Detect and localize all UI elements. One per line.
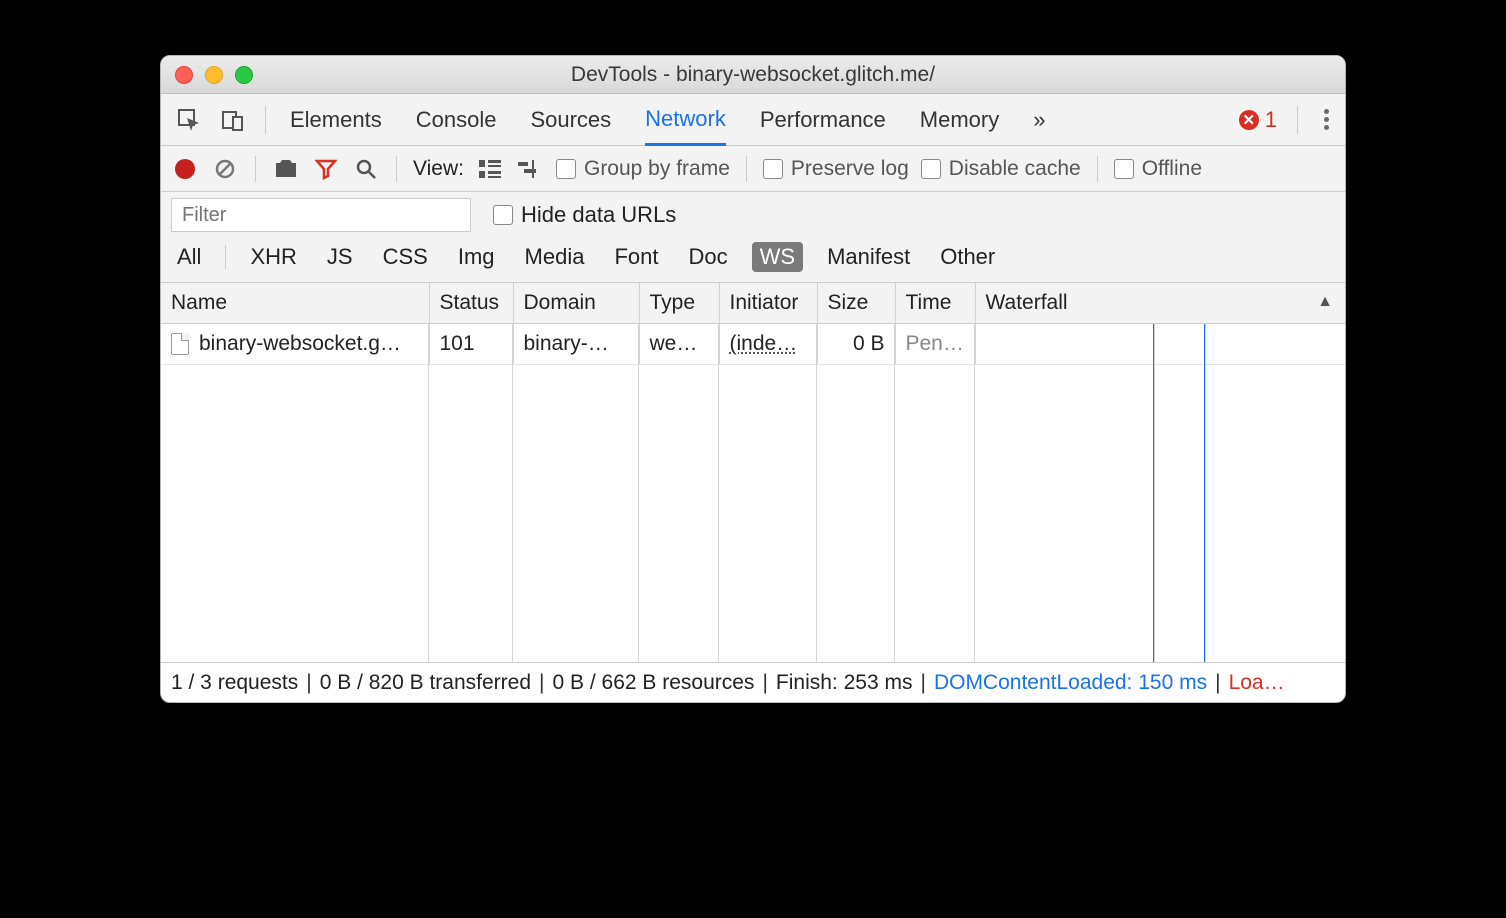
clear-button[interactable]: [211, 158, 239, 180]
col-type[interactable]: Type: [639, 283, 719, 324]
col-time[interactable]: Time: [895, 283, 975, 324]
record-button[interactable]: [171, 159, 199, 179]
view-label: View:: [413, 157, 464, 181]
maximize-window-button[interactable]: [235, 66, 253, 84]
requests-table: Name Status Domain Type Initiator Size T…: [161, 283, 1345, 662]
preserve-log-label: Preserve log: [791, 157, 909, 181]
titlebar: DevTools - binary-websocket.glitch.me/: [161, 56, 1345, 94]
filter-type-chips: All XHR JS CSS Img Media Font Doc WS Man…: [171, 242, 1335, 272]
col-size[interactable]: Size: [817, 283, 895, 324]
status-requests: 1 / 3 requests: [171, 671, 298, 695]
device-toolbar-icon[interactable]: [215, 104, 251, 136]
filter-media[interactable]: Media: [519, 242, 591, 272]
disable-cache-checkbox[interactable]: Disable cache: [921, 157, 1081, 181]
cell-waterfall: [975, 324, 1345, 365]
status-load: Loa…: [1229, 671, 1285, 695]
tab-performance[interactable]: Performance: [760, 94, 886, 145]
status-bar: 1 / 3 requests| 0 B / 820 B transferred|…: [161, 662, 1345, 702]
offline-checkbox[interactable]: Offline: [1114, 157, 1202, 181]
filter-font[interactable]: Font: [608, 242, 664, 272]
col-name[interactable]: Name: [161, 283, 429, 324]
status-resources: 0 B / 662 B resources: [552, 671, 754, 695]
col-status[interactable]: Status: [429, 283, 513, 324]
cell-status: 101: [429, 324, 513, 365]
status-dcl: DOMContentLoaded: 150 ms: [934, 671, 1207, 695]
cell-type: we…: [639, 324, 719, 365]
tab-elements[interactable]: Elements: [290, 94, 382, 145]
cell-name: binary-websocket.g…: [161, 324, 429, 365]
sort-asc-icon: ▲: [1317, 293, 1333, 311]
filter-doc[interactable]: Doc: [682, 242, 733, 272]
table-row[interactable]: binary-websocket.g… 101 binary-… we… (in…: [161, 324, 1345, 365]
filter-ws[interactable]: WS: [752, 242, 803, 272]
cell-initiator: (inde…: [719, 324, 817, 365]
filter-manifest[interactable]: Manifest: [821, 242, 916, 272]
filter-input[interactable]: [171, 198, 471, 232]
filter-bar: Hide data URLs All XHR JS CSS Img Media …: [161, 192, 1345, 283]
error-count: 1: [1265, 107, 1277, 133]
disable-cache-label: Disable cache: [949, 157, 1081, 181]
tab-sources[interactable]: Sources: [530, 94, 611, 145]
capture-screenshots-icon[interactable]: [272, 159, 300, 179]
minimize-window-button[interactable]: [205, 66, 223, 84]
window-title: DevTools - binary-websocket.glitch.me/: [161, 63, 1345, 87]
overview-icon[interactable]: [516, 160, 544, 178]
status-transferred: 0 B / 820 B transferred: [320, 671, 531, 695]
group-by-frame-checkbox[interactable]: Group by frame: [556, 157, 730, 181]
tab-network[interactable]: Network: [645, 95, 726, 146]
devtools-window: DevTools - binary-websocket.glitch.me/ E…: [160, 55, 1346, 703]
panel-tabs: Elements Console Sources Network Perform…: [290, 94, 1231, 145]
filter-js[interactable]: JS: [321, 242, 359, 272]
offline-label: Offline: [1142, 157, 1202, 181]
filter-img[interactable]: Img: [452, 242, 501, 272]
cell-size: 0 B: [817, 324, 895, 365]
filter-toggle-icon[interactable]: [312, 158, 340, 180]
settings-menu-icon[interactable]: [1318, 109, 1335, 130]
network-toolbar: View: Group by frame Preserve log Disabl…: [161, 146, 1345, 192]
filter-css[interactable]: CSS: [377, 242, 434, 272]
search-icon[interactable]: [352, 158, 380, 180]
file-icon: [171, 333, 189, 355]
tab-memory[interactable]: Memory: [920, 94, 999, 145]
hide-data-urls-checkbox[interactable]: Hide data URLs: [493, 202, 676, 228]
window-controls: [161, 66, 253, 84]
hide-data-urls-label: Hide data URLs: [521, 202, 676, 228]
inspect-element-icon[interactable]: [171, 104, 207, 136]
more-tabs-icon[interactable]: »: [1033, 107, 1041, 133]
error-count-badge[interactable]: ✕ 1: [1239, 107, 1277, 133]
panel-tabbar: Elements Console Sources Network Perform…: [161, 94, 1345, 146]
filter-other[interactable]: Other: [934, 242, 1001, 272]
filter-all[interactable]: All: [171, 242, 207, 272]
col-domain[interactable]: Domain: [513, 283, 639, 324]
error-icon: ✕: [1239, 110, 1259, 130]
preserve-log-checkbox[interactable]: Preserve log: [763, 157, 909, 181]
col-initiator[interactable]: Initiator: [719, 283, 817, 324]
large-rows-icon[interactable]: [476, 160, 504, 178]
col-waterfall[interactable]: Waterfall▲: [975, 283, 1345, 324]
table-header-row: Name Status Domain Type Initiator Size T…: [161, 283, 1345, 324]
group-by-frame-label: Group by frame: [584, 157, 730, 181]
status-finish: Finish: 253 ms: [776, 671, 913, 695]
cell-domain: binary-…: [513, 324, 639, 365]
filter-xhr[interactable]: XHR: [244, 242, 302, 272]
close-window-button[interactable]: [175, 66, 193, 84]
tab-console[interactable]: Console: [416, 94, 497, 145]
cell-time: Pen…: [895, 324, 975, 365]
